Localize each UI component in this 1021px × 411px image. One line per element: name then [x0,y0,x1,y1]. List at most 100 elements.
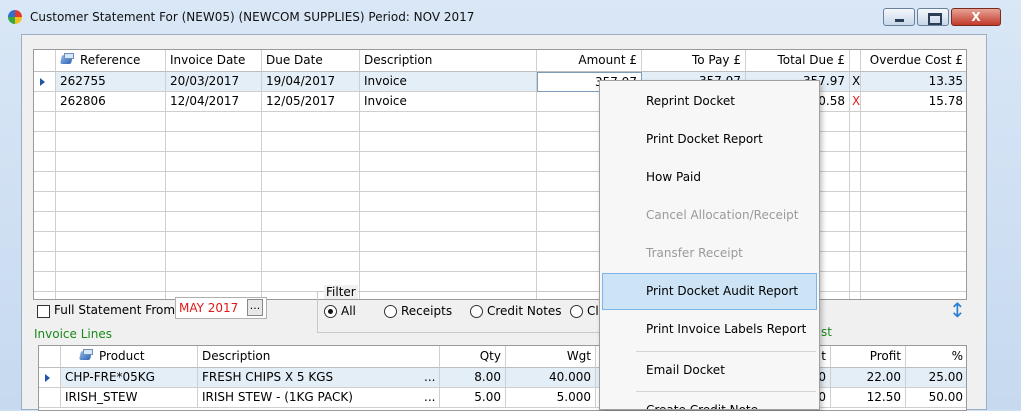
empty-cell [34,192,56,212]
col-header-total-due[interactable]: Total Due £ [746,50,850,72]
empty-cell [861,192,966,212]
col-header-percent[interactable]: % [906,346,966,368]
menu-item-print-invoice-labels-report[interactable]: Print Invoice Labels Report [602,311,817,348]
splitter-resize-icon[interactable]: ↕ [949,299,966,321]
row-indicator[interactable] [34,92,56,112]
empty-cell [360,192,537,212]
empty-cell [850,212,861,232]
filter-credit-notes-radio[interactable] [470,305,483,318]
row-indicator[interactable] [39,368,61,388]
column-chooser-icon[interactable] [60,53,74,65]
col-header-due-date[interactable]: Due Date [262,50,360,72]
empty-cell [262,232,360,252]
column-chooser-icon[interactable] [79,349,93,361]
empty-cell [360,172,537,192]
col-header-wgt[interactable]: Wgt [506,346,596,368]
empty-cell [56,252,166,272]
col-header-product[interactable]: Product [61,346,198,368]
empty-cell [360,232,537,252]
maximize-button[interactable] [917,8,949,26]
empty-cell [56,172,166,192]
cell-reference[interactable]: 262755 [56,72,166,92]
empty-cell [861,252,966,272]
empty-cell [850,112,861,132]
empty-cell [34,172,56,192]
cell-wgt[interactable]: 5.000 [506,388,596,408]
cell-percent[interactable]: 25.00 [906,368,966,388]
app-logo-icon [8,10,22,24]
cell-invoice-date[interactable]: 12/04/2017 [166,92,262,112]
cell-qty[interactable]: 5.00 [440,388,506,408]
full-statement-checkbox[interactable] [37,305,50,318]
filter-all-radio[interactable] [324,305,337,318]
empty-cell [850,252,861,272]
period-picker-button[interactable]: ... [247,299,263,316]
menu-item-create-credit-note[interactable]: Create Credit Note [602,392,817,409]
filter-receipts-radio[interactable] [384,305,397,318]
empty-cell [166,152,262,172]
cell-description[interactable]: FRESH CHIPS X 5 KGS [198,368,422,388]
customer-statement-window: Customer Statement For (NEW05) (NEWCOM S… [0,0,1021,411]
menu-item-print-docket-report[interactable]: Print Docket Report [602,121,817,158]
col-header-amount[interactable]: Amount £ [537,50,642,72]
statement-grid[interactable]: Reference Invoice Date Due Date Descript… [33,49,967,300]
menu-item-reprint-docket[interactable]: Reprint Docket [602,83,817,120]
col-header-qty[interactable]: Qty [440,346,506,368]
cell-wgt[interactable]: 40.000 [506,368,596,388]
col-header-reference[interactable]: Reference [56,50,166,72]
cell-flag[interactable]: X [850,72,861,92]
cell-due-date[interactable]: 19/04/2017 [262,72,360,92]
empty-cell [850,192,861,212]
menu-item-cancel-allocation-receipt[interactable]: Cancel Allocation/Receipt [602,197,817,234]
menu-item-how-paid[interactable]: How Paid [602,159,817,196]
empty-cell [262,112,360,132]
cell-product[interactable]: IRISH_STEW [61,388,198,408]
description-ellipsis-button[interactable]: ... [422,368,440,388]
empty-cell [34,152,56,172]
cell-description[interactable]: IRISH STEW - (1KG PACK) [198,388,422,408]
empty-cell [56,112,166,132]
cell-product[interactable]: CHP-FRE*05KG [61,368,198,388]
cell-profit[interactable]: 22.00 [831,368,906,388]
cell-reference[interactable]: 262806 [56,92,166,112]
cell-due-date[interactable]: 12/05/2017 [262,92,360,112]
description-ellipsis-button[interactable]: ... [422,388,440,408]
empty-cell [34,252,56,272]
cell-invoice-date[interactable]: 20/03/2017 [166,72,262,92]
close-button[interactable]: X [951,8,1001,26]
col-header-overdue-cost[interactable]: Overdue Cost £ [861,50,966,72]
invoice-lines-grid[interactable]: Product Description Qty Wgt t Profit % C… [38,345,967,411]
row-indicator[interactable] [34,72,56,92]
col-header-invoice-date[interactable]: Invoice Date [166,50,262,72]
empty-cell [360,112,537,132]
col-header-to-pay[interactable]: To Pay £ [642,50,746,72]
filter-credit-notes-label[interactable]: Credit Notes [487,304,562,318]
current-row-arrow-icon [40,78,45,86]
empty-cell [861,152,966,172]
col-header-description[interactable]: Description [198,346,440,368]
empty-cell [861,212,966,232]
cell-percent[interactable]: 50.00 [906,388,966,408]
col-header-profit[interactable]: Profit [831,346,906,368]
menu-item-transfer-receipt[interactable]: Transfer Receipt [602,235,817,272]
menu-item-print-docket-audit-report[interactable]: Print Docket Audit Report [602,273,817,310]
empty-cell [34,132,56,152]
cell-flag[interactable]: X [850,92,861,112]
row-indicator[interactable] [39,388,61,408]
cell-description[interactable]: Invoice [360,72,537,92]
filter-cl-radio[interactable] [570,305,583,318]
empty-cell [850,272,861,292]
menu-item-email-docket[interactable]: Email Docket [602,352,817,389]
filter-receipts-label[interactable]: Receipts [401,304,452,318]
cell-overdue-cost[interactable]: 15.78 [861,92,966,112]
cell-description[interactable]: Invoice [360,92,537,112]
filter-all-label[interactable]: All [341,304,356,318]
minimize-button[interactable] [883,8,915,26]
empty-cell [34,212,56,232]
filter-cl-label[interactable]: Cl [587,304,599,318]
cell-overdue-cost[interactable]: 13.35 [861,72,966,92]
cell-profit[interactable]: 12.50 [831,388,906,408]
title-bar[interactable]: Customer Statement For (NEW05) (NEWCOM S… [0,0,1021,34]
col-header-description[interactable]: Description [360,50,537,72]
cell-qty[interactable]: 8.00 [440,368,506,388]
